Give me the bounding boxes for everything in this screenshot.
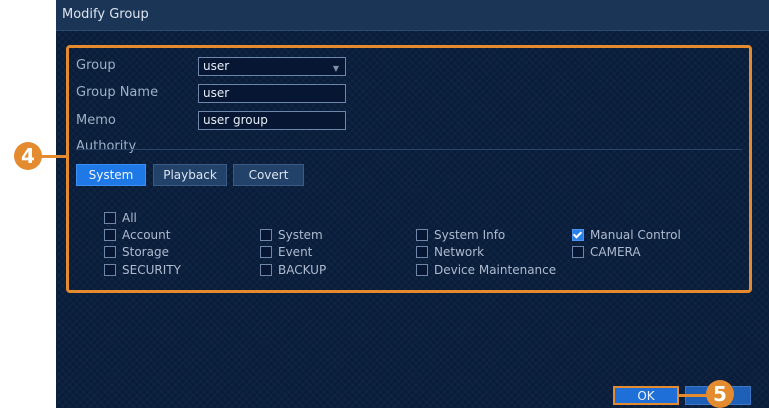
checkbox-box[interactable] <box>416 245 428 258</box>
checkbox-label: Account <box>122 228 171 242</box>
group-dropdown[interactable]: user ▼ <box>198 57 346 76</box>
checkbox-account[interactable]: Account <box>104 227 170 243</box>
checkbox-box[interactable] <box>104 263 116 276</box>
ok-button[interactable]: OK <box>613 386 679 405</box>
checkbox-storage[interactable]: Storage <box>104 244 169 260</box>
dialog-title: Modify Group <box>62 7 149 22</box>
checkbox-label: CAMERA <box>590 245 641 259</box>
checkbox-all[interactable]: All <box>104 210 137 226</box>
checkbox-device-maintenance[interactable]: Device Maintenance <box>416 262 556 278</box>
authority-divider <box>76 149 742 150</box>
checkbox-box-checked[interactable] <box>572 228 584 241</box>
callout-4-line <box>40 155 68 158</box>
checkbox-label: Network <box>434 245 485 259</box>
checkbox-system[interactable]: System <box>260 227 323 243</box>
checkbox-label: Device Maintenance <box>434 263 557 277</box>
group-label: Group <box>76 58 116 73</box>
checkbox-label: All <box>122 211 137 225</box>
checkbox-box[interactable] <box>416 228 428 241</box>
callout-5-line <box>679 394 709 397</box>
group-name-input[interactable]: user <box>198 84 346 103</box>
checkbox-box[interactable] <box>260 245 272 258</box>
checkbox-box[interactable] <box>260 263 272 276</box>
checkbox-box[interactable] <box>104 245 116 258</box>
checkbox-camera[interactable]: CAMERA <box>572 244 641 260</box>
checkbox-backup[interactable]: BACKUP <box>260 262 326 278</box>
checkbox-label: Storage <box>122 245 169 259</box>
tab-covert[interactable]: Covert <box>233 164 304 186</box>
checkbox-network[interactable]: Network <box>416 244 484 260</box>
checkbox-box[interactable] <box>104 211 116 224</box>
checkbox-system-info[interactable]: System Info <box>416 227 505 243</box>
checkbox-label: Manual Control <box>590 228 681 242</box>
callout-4-badge: 4 <box>14 142 42 170</box>
checkbox-event[interactable]: Event <box>260 244 312 260</box>
tab-system[interactable]: System <box>76 164 146 186</box>
tab-playback[interactable]: Playback <box>153 164 227 186</box>
checkbox-manual-control[interactable]: Manual Control <box>572 227 681 243</box>
checkbox-label: Event <box>278 245 313 259</box>
dialog-titlebar: Modify Group <box>56 0 769 31</box>
memo-input[interactable]: user group <box>198 111 346 130</box>
checkbox-box[interactable] <box>260 228 272 241</box>
group-dropdown-value: user <box>203 59 230 73</box>
checkbox-label: SECURITY <box>122 263 181 277</box>
callout-5-badge: 5 <box>706 380 734 408</box>
group-name-label: Group Name <box>76 85 159 100</box>
checkbox-security[interactable]: SECURITY <box>104 262 181 278</box>
authority-label: Authority <box>76 139 137 154</box>
checkbox-box[interactable] <box>416 263 428 276</box>
checkbox-box[interactable] <box>104 228 116 241</box>
checkbox-label: System Info <box>434 228 506 242</box>
checkbox-label: BACKUP <box>278 263 327 277</box>
memo-label: Memo <box>76 113 116 128</box>
checkbox-box[interactable] <box>572 245 584 258</box>
checkbox-label: System <box>278 228 323 242</box>
chevron-down-icon: ▼ <box>332 64 339 73</box>
